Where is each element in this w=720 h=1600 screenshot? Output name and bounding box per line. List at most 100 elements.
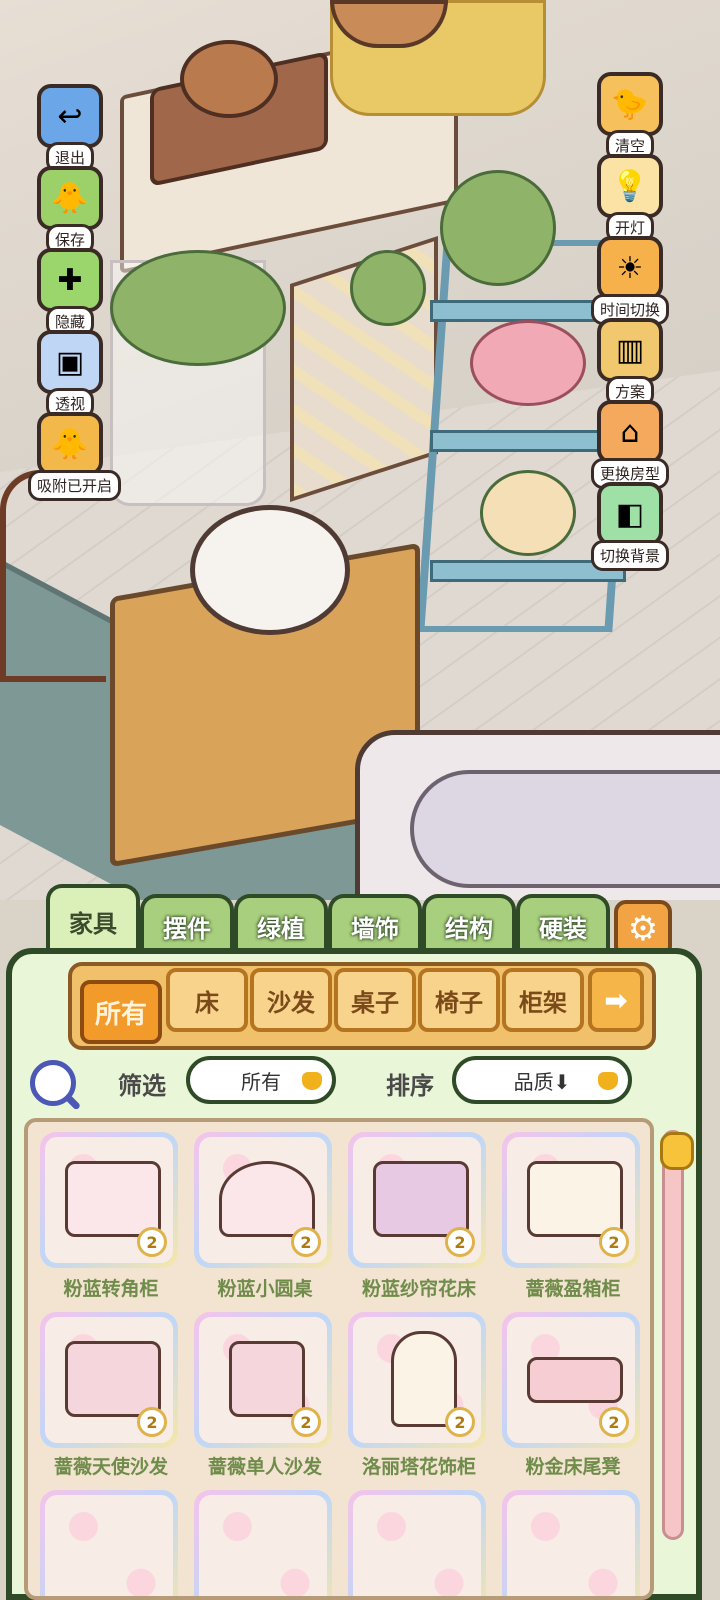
change-room-button[interactable]: ⌂ 更换房型 [588, 400, 672, 489]
count-badge: 2 [599, 1407, 629, 1437]
item-card[interactable]: 2 [348, 1312, 486, 1448]
subcat-label: 桌子 [351, 988, 399, 1017]
item-name: 蔷薇天使沙发 [53, 1456, 168, 1478]
item-name: 粉蓝转角柜 [63, 1278, 159, 1300]
tab-furniture[interactable]: 家具 [46, 884, 140, 954]
item-name: 蔷薇单人沙发 [207, 1456, 322, 1478]
tab-label: 结构 [445, 914, 493, 943]
item-card[interactable]: 2 [502, 1132, 640, 1268]
canopy-bed-image [373, 1161, 469, 1237]
duck-save-icon: 🐥 [37, 166, 103, 230]
sort-value: 品质⬇ [513, 1069, 571, 1094]
background-icon: ◧ [597, 482, 663, 546]
item-name: 粉蓝小圆桌 [217, 1278, 313, 1300]
duck-clear-icon: 🐤 [597, 72, 663, 136]
plan-folder-icon: ▥ [597, 318, 663, 382]
baby-breath-pot[interactable] [480, 470, 576, 556]
subcat-sofa[interactable]: 沙发 [250, 968, 332, 1032]
sort-dropdown[interactable]: 品质⬇ [452, 1056, 632, 1104]
tab-label: 家具 [69, 909, 117, 938]
item-name: 粉蓝纱帘花床 [361, 1278, 476, 1300]
filter-label: 筛选 [118, 1072, 166, 1100]
count-badge: 2 [291, 1227, 321, 1257]
right-arrow-icon[interactable]: ➡ [588, 968, 644, 1032]
item-card[interactable] [40, 1490, 178, 1596]
tab-plants[interactable]: 绿植 [234, 894, 328, 954]
item-card[interactable] [194, 1490, 332, 1596]
lamp-icon: 💡 [597, 154, 663, 218]
scrollbar-track[interactable] [662, 1130, 684, 1540]
item-card[interactable]: 2 [194, 1132, 332, 1268]
clear-button[interactable]: 🐤 清空 [588, 72, 672, 161]
bathtub-inner [410, 770, 720, 888]
item-name: 洛丽塔花饰柜 [361, 1456, 476, 1478]
filter-value: 所有 [241, 1069, 281, 1094]
tab-hardware[interactable]: 硬装 [516, 894, 610, 954]
tab-label: 墙饰 [351, 914, 399, 943]
snap-label: 吸附已开启 [28, 470, 122, 501]
sort-label: 排序 [386, 1072, 434, 1100]
wash-basin[interactable] [190, 505, 350, 635]
pink-flower-pot[interactable] [470, 320, 586, 406]
count-badge: 2 [445, 1227, 475, 1257]
count-badge: 2 [291, 1407, 321, 1437]
duck-magnet-icon: 🐥 [37, 412, 103, 476]
item-card[interactable]: 2 [40, 1132, 178, 1268]
angel-sofa-image [65, 1341, 161, 1417]
subcat-label: 柜架 [519, 988, 567, 1017]
item-name: 蔷薇盈箱柜 [525, 1278, 621, 1300]
tab-structure[interactable]: 结构 [422, 894, 516, 954]
save-button[interactable]: 🐥 保存 [28, 166, 112, 255]
rose-chest-image [527, 1161, 623, 1237]
tab-label: 摆件 [163, 914, 211, 943]
tab-wall-decor[interactable]: 墙饰 [328, 894, 422, 954]
count-badge: 2 [137, 1227, 167, 1257]
sun-moon-icon: ☀ [597, 236, 663, 300]
item-card[interactable] [502, 1490, 640, 1596]
dropdown-icon [302, 1072, 322, 1090]
category-tabs: 家具 摆件 绿植 墙饰 结构 硬装 ⚙ [40, 884, 680, 958]
search-icon[interactable] [30, 1060, 76, 1106]
round-table-image [219, 1161, 315, 1237]
subcat-table[interactable]: 桌子 [334, 968, 416, 1032]
subcat-cabinet[interactable]: 柜架 [502, 968, 584, 1032]
item-card[interactable] [348, 1490, 486, 1596]
bench-image [527, 1357, 623, 1403]
hanging-vines [110, 250, 286, 366]
subcat-label: 椅子 [435, 988, 483, 1017]
perspective-button[interactable]: ▣ 透视 [28, 330, 112, 419]
puzzle-hide-icon: ✚ [37, 248, 103, 312]
tab-ornaments[interactable]: 摆件 [140, 894, 234, 954]
subcat-label: 所有 [94, 999, 147, 1030]
time-switch-button[interactable]: ☀ 时间切换 [588, 236, 672, 325]
filter-dropdown[interactable]: 所有 [186, 1056, 336, 1104]
armchair-image [229, 1341, 305, 1417]
bread-loaf [180, 40, 278, 118]
subcat-all[interactable]: 所有 [80, 980, 162, 1044]
item-card[interactable]: 2 [194, 1312, 332, 1448]
plan-button[interactable]: ▥ 方案 [588, 318, 672, 407]
scrollbar-thumb[interactable] [660, 1132, 694, 1170]
dropdown-icon [598, 1072, 618, 1090]
tab-label: 硬装 [539, 914, 587, 943]
cube-perspective-icon: ▣ [37, 330, 103, 394]
tab-label: 绿植 [257, 914, 305, 943]
hide-button[interactable]: ✚ 隐藏 [28, 248, 112, 337]
house-icon: ⌂ [597, 400, 663, 464]
item-card[interactable]: 2 [502, 1312, 640, 1448]
count-badge: 2 [137, 1407, 167, 1437]
subcat-label: 床 [195, 988, 219, 1017]
wall-vine [350, 250, 426, 326]
item-name: 粉金床尾凳 [525, 1456, 621, 1478]
light-button[interactable]: 💡 开灯 [588, 154, 672, 243]
subcat-bed[interactable]: 床 [166, 968, 248, 1032]
subcat-chair[interactable]: 椅子 [418, 968, 500, 1032]
subcat-label: 沙发 [267, 988, 315, 1017]
potted-daisy[interactable] [440, 170, 556, 286]
exit-button[interactable]: ↩ 退出 [28, 84, 112, 173]
wooden-chair[interactable] [0, 470, 106, 682]
snap-button[interactable]: 🐥 吸附已开启 [28, 412, 122, 501]
change-background-button[interactable]: ◧ 切换背景 [588, 482, 672, 571]
item-card[interactable]: 2 [348, 1132, 486, 1268]
item-card[interactable]: 2 [40, 1312, 178, 1448]
